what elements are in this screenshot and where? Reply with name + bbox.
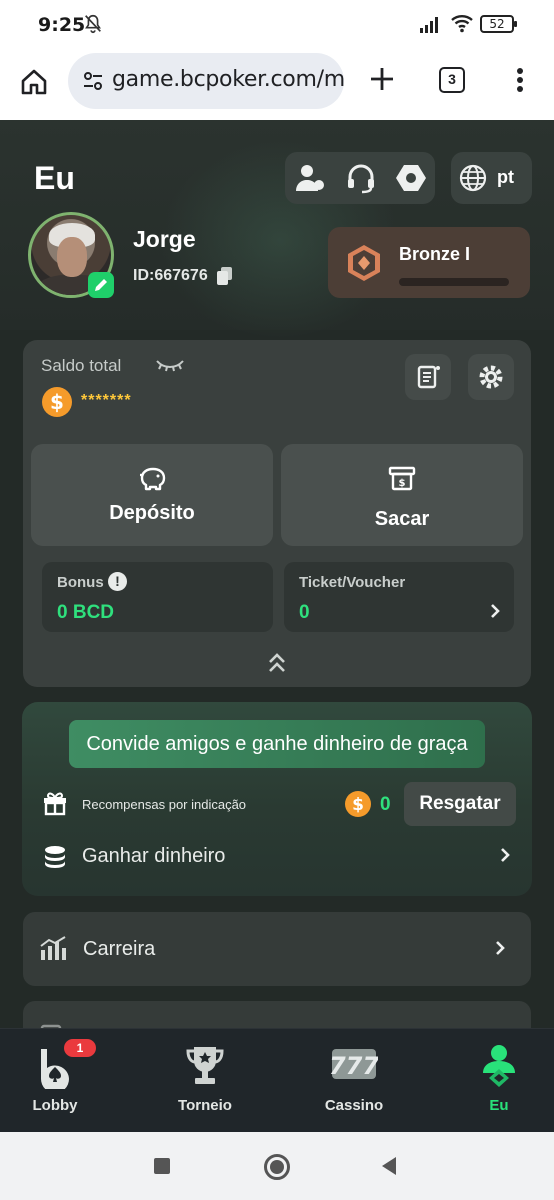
bell-muted-icon xyxy=(85,14,101,34)
ticket-label: Ticket/Voucher xyxy=(299,574,406,591)
header-actions xyxy=(285,152,435,204)
wallet-card: Saldo total $ ******* Depósito $ Sacar B… xyxy=(23,340,531,687)
back-icon[interactable] xyxy=(380,1156,398,1176)
nav-lobby-label: Lobby xyxy=(32,1097,78,1114)
app-screen: Eu pt Jorge ID:667676 Bronze I Saldo tot… xyxy=(0,120,554,1132)
ticket-value: 0 xyxy=(299,602,310,623)
gear-icon xyxy=(479,365,503,389)
earn-money-link[interactable]: Ganhar dinheiro xyxy=(82,845,225,868)
deposit-label: Depósito xyxy=(109,502,195,524)
svg-text:$: $ xyxy=(352,795,364,815)
ticket-voucher-card[interactable]: Ticket/Voucher 0 xyxy=(284,562,514,632)
user-id: ID:667676 xyxy=(133,267,208,284)
rank-name: Bronze I xyxy=(399,244,471,264)
referral-rewards-label: Recompensas por indicação xyxy=(82,797,247,812)
globe-icon xyxy=(459,164,487,192)
language-code: pt xyxy=(497,167,514,187)
home-icon[interactable] xyxy=(18,66,50,98)
eye-closed-icon[interactable] xyxy=(155,358,185,374)
url-text: game.bcpoker.com/m xyxy=(112,67,344,92)
nav-cassino[interactable]: 777 Cassino xyxy=(299,1029,409,1132)
lobby-notification-badge: 1 xyxy=(64,1039,96,1057)
site-settings-icon[interactable] xyxy=(82,70,104,92)
coin-icon: $ xyxy=(42,387,72,417)
redeem-button[interactable]: Resgatar xyxy=(404,782,516,826)
wallet-settings-button[interactable] xyxy=(468,354,514,400)
chevron-right-icon[interactable] xyxy=(500,848,510,862)
page-title: Eu xyxy=(34,160,75,196)
new-tab-icon[interactable] xyxy=(368,65,396,93)
bar-chart-icon xyxy=(40,936,66,960)
system-navigation-bar xyxy=(0,1132,554,1200)
svg-text:777: 777 xyxy=(330,1052,378,1080)
receipt-icon xyxy=(417,365,440,389)
trophy-icon xyxy=(186,1047,224,1084)
balance-label: Saldo total xyxy=(41,356,122,375)
support-headset-icon[interactable] xyxy=(345,162,377,194)
invite-banner[interactable]: Convide amigos e ganhe dinheiro de graça xyxy=(69,720,485,768)
tab-switcher-button[interactable]: 3 xyxy=(439,67,465,93)
home-button[interactable] xyxy=(264,1154,290,1180)
slots-777-icon: 777 xyxy=(330,1049,378,1080)
svg-text:$: $ xyxy=(50,390,64,414)
coin-stack-icon xyxy=(45,846,65,868)
nav-torneio-label: Torneio xyxy=(178,1097,232,1114)
withdraw-button[interactable]: $ Sacar xyxy=(281,444,523,546)
battery-indicator: 52 xyxy=(480,15,517,33)
browser-toolbar: game.bcpoker.com/m 3 xyxy=(0,48,554,120)
wifi-icon xyxy=(451,15,473,33)
balance-value: ******* xyxy=(81,392,132,409)
rank-card[interactable]: Bronze I xyxy=(328,227,530,298)
svg-text:$: $ xyxy=(399,478,406,489)
status-bar: 9:25 52 xyxy=(0,0,554,48)
settings-hexagon-icon[interactable] xyxy=(395,162,427,194)
withdraw-label: Sacar xyxy=(374,508,430,530)
bonus-label: Bonus xyxy=(57,574,104,591)
career-menu-item[interactable]: Carreira xyxy=(23,912,531,986)
address-bar[interactable]: game.bcpoker.com/m xyxy=(68,53,344,109)
copy-icon[interactable] xyxy=(216,266,234,286)
friends-icon[interactable] xyxy=(295,163,327,193)
chevron-right-icon xyxy=(491,604,500,618)
signal-icon xyxy=(420,17,438,33)
gift-icon xyxy=(44,792,66,816)
nav-lobby[interactable]: 1 Lobby xyxy=(0,1029,110,1132)
chevron-right-icon xyxy=(496,941,505,955)
transactions-button[interactable] xyxy=(405,354,451,400)
deposit-button[interactable]: Depósito xyxy=(31,444,273,546)
coin-icon: $ xyxy=(345,791,371,817)
invite-card: Convide amigos e ganhe dinheiro de graça… xyxy=(22,702,532,896)
cash-drawer-icon: $ xyxy=(388,466,416,491)
career-label: Carreira xyxy=(83,938,156,960)
profile-icon xyxy=(483,1045,515,1087)
info-icon[interactable]: ! xyxy=(108,572,127,591)
bonus-value: 0 BCD xyxy=(57,602,115,623)
bonus-card[interactable]: Bonus ! 0 BCD xyxy=(42,562,273,632)
collapse-chevrons-icon[interactable] xyxy=(266,652,288,674)
user-name: Jorge xyxy=(133,226,196,252)
nav-cassino-label: Cassino xyxy=(324,1097,384,1114)
recent-apps-button[interactable] xyxy=(154,1158,170,1174)
nav-eu-label: Eu xyxy=(489,1097,509,1114)
bronze-rank-icon xyxy=(348,245,380,281)
referral-rewards-value: 0 xyxy=(380,794,391,815)
nav-torneio[interactable]: Torneio xyxy=(150,1029,260,1132)
language-selector[interactable]: pt xyxy=(451,152,532,204)
rank-progress-bar xyxy=(399,278,509,286)
pencil-icon xyxy=(95,279,107,291)
bottom-navigation: 1 Lobby Torneio 777 Cassino Eu xyxy=(0,1028,554,1132)
edit-profile-button[interactable] xyxy=(88,272,114,298)
more-menu-icon[interactable] xyxy=(516,67,524,93)
piggy-bank-icon xyxy=(140,467,166,491)
status-time: 9:25 xyxy=(38,14,86,36)
nav-eu[interactable]: Eu xyxy=(444,1029,554,1132)
